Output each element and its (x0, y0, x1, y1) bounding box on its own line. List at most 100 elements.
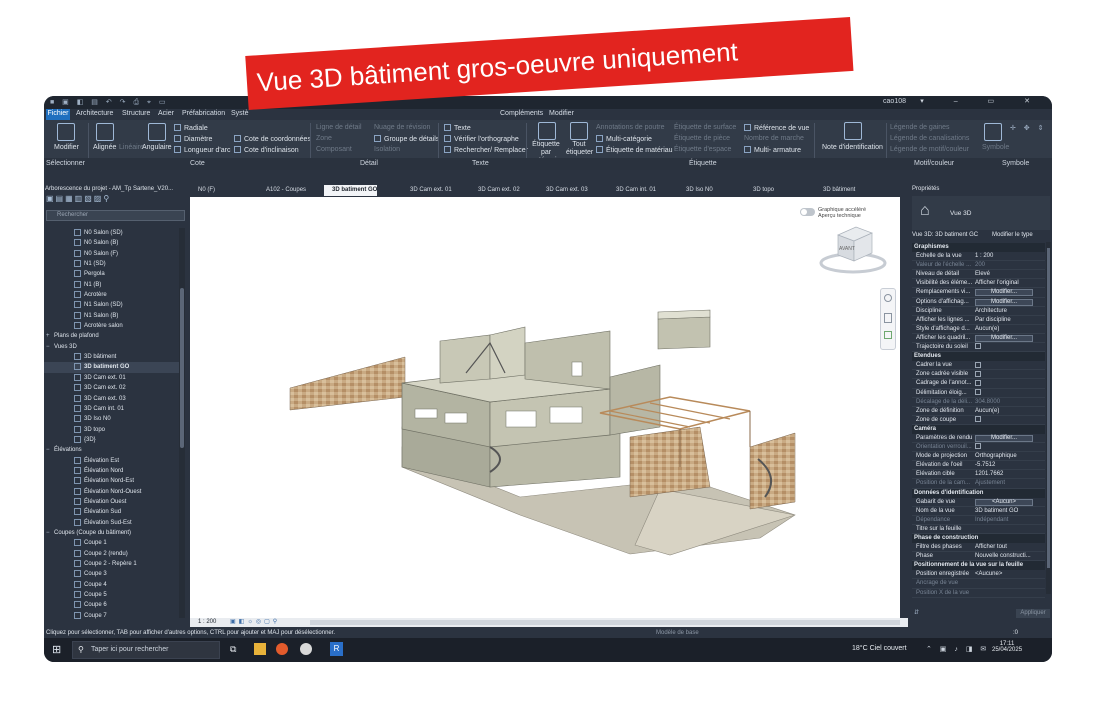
panel-text[interactable]: Texte (472, 160, 489, 167)
browser-item[interactable]: Coupe 4 (44, 580, 180, 590)
taskbar-search-input[interactable]: Taper ici pour rechercher (72, 641, 220, 659)
pipe-legend-button[interactable]: Légende de canalisations (890, 135, 969, 142)
browser-item[interactable]: {3D} (44, 435, 180, 445)
clock[interactable]: 17:11 25/04/2025 (992, 641, 1022, 653)
browser-item[interactable]: 3D Iso N0 (44, 414, 180, 424)
area-tag-button[interactable]: Étiquette de surface (674, 124, 736, 131)
multi-rebar-button[interactable]: Multi- armature (744, 146, 801, 154)
component-button[interactable]: Composant (316, 146, 352, 153)
multi-category-button[interactable]: Multi-catégorie (596, 135, 652, 143)
property-edit-button[interactable]: Modifier... (975, 289, 1033, 297)
browser-item[interactable]: Élévation Nord (44, 466, 180, 476)
browser-item[interactable]: Coupe 1 (44, 538, 180, 548)
panel-symbol[interactable]: Symbole (1002, 160, 1029, 167)
browser-item[interactable]: Élévation Sud (44, 507, 180, 517)
user-name[interactable]: cao108 (883, 98, 906, 105)
view-tab[interactable]: 3D Cam int. 01 (608, 185, 656, 196)
browser-scrollbar[interactable] (179, 228, 185, 618)
view-tab[interactable]: 3D Cam ext. 02 (470, 185, 520, 196)
property-edit-button[interactable]: Modifier... (975, 434, 1033, 442)
view-control-icons[interactable]: ▣◧☼◎▢⚲ (230, 618, 280, 625)
tab-complements[interactable]: Compléments (500, 110, 543, 117)
expand-toggle-icon[interactable]: − (46, 528, 50, 538)
diameter-button[interactable]: Diamètre (174, 135, 212, 143)
property-value[interactable]: Aucun(e) (975, 407, 1045, 416)
panel-tag[interactable]: Étiquette (689, 160, 717, 167)
viewport-horizontal-scrollbar[interactable] (310, 620, 900, 625)
tab-modifier[interactable]: Modifier (549, 110, 574, 117)
view-tab[interactable]: 3D Cam ext. 01 (402, 185, 452, 196)
color-fill-legend-button[interactable]: Légende de motif/couleur (890, 146, 969, 153)
property-checkbox[interactable] (975, 343, 981, 350)
slope-dimension-button[interactable]: Cote d'inclinaison (234, 146, 299, 154)
property-checkbox[interactable] (975, 443, 981, 450)
insulation-button[interactable]: Isolation (374, 146, 400, 153)
property-category[interactable]: Graphismes (912, 243, 1045, 253)
property-checkbox[interactable] (975, 370, 981, 377)
property-checkbox[interactable] (975, 361, 981, 368)
browser-item[interactable]: − Élévations (44, 445, 180, 455)
apply-button[interactable]: Appliquer (1016, 609, 1050, 618)
browser-item[interactable]: Élévation Nord-Ouest (44, 487, 180, 497)
find-replace-button[interactable]: Rechercher/ Remplacer (444, 146, 528, 154)
browser-item[interactable]: N1 (B) (44, 280, 180, 290)
property-value[interactable]: Par discipline (975, 316, 1045, 325)
browser-item[interactable]: Coupe 5 (44, 590, 180, 600)
view-tab[interactable]: 3D batiment GO (324, 185, 378, 196)
browser-item[interactable]: 3D Cam ext. 02 (44, 383, 180, 393)
properties-scroll-thumb[interactable] (1047, 248, 1050, 568)
property-value[interactable]: Nouvelle constructi... (975, 552, 1045, 561)
keynote-button[interactable]: Note d'identification (822, 144, 883, 151)
tab-structure[interactable]: Structure (122, 110, 150, 117)
aligned-dimension-button[interactable]: Alignée (93, 144, 116, 151)
tag-all-button[interactable]: Tout étiqueter (566, 141, 593, 157)
material-tag-button[interactable]: Étiquette de matériau (596, 146, 673, 154)
browser-item[interactable]: N0 Salon (B) (44, 238, 180, 248)
property-value[interactable]: -5.7512 (975, 461, 1045, 470)
browser-item[interactable]: 3D Cam ext. 03 (44, 394, 180, 404)
arc-length-button[interactable]: Longueur d'arc (174, 146, 230, 154)
browser-item[interactable]: 3D Cam ext. 01 (44, 373, 180, 383)
firefox-icon[interactable] (276, 643, 288, 655)
property-checkbox[interactable] (975, 416, 981, 423)
quick-access-icons[interactable]: ■ ▣ ◧ ▤ ↶ ↷ ⎙ ⌖ ▭ (50, 98, 169, 107)
property-checkbox[interactable] (975, 388, 981, 395)
expand-toggle-icon[interactable]: − (46, 342, 50, 352)
view-tab[interactable]: A102 - Coupes (258, 185, 306, 196)
window-controls[interactable]: ▾ – ▭ ✕ (920, 97, 1044, 105)
browser-item[interactable]: N1 Salon (B) (44, 311, 180, 321)
property-edit-button[interactable]: Modifier... (975, 298, 1033, 306)
coordinate-dimension-button[interactable]: Cote de coordonnées (234, 135, 311, 143)
browser-item[interactable]: 3D topo (44, 425, 180, 435)
type-selector[interactable]: ⌂ Vue 3D (912, 196, 1050, 230)
browser-item[interactable]: N0 Salon (F) (44, 249, 180, 259)
property-edit-button[interactable]: <Aucun> (975, 498, 1033, 506)
property-value[interactable]: 3D batiment GO (975, 507, 1045, 516)
browser-item[interactable]: 3D batiment GO (44, 362, 180, 373)
browser-item[interactable]: Élévation Ouest (44, 497, 180, 507)
browser-item[interactable]: − Vues 3D (44, 342, 180, 352)
symbol-tools-icon[interactable]: ✛ ✥ ⇕ (1010, 124, 1047, 132)
property-value[interactable]: 304.8000 (975, 398, 1045, 407)
task-view-icon[interactable]: ⧉ (230, 644, 236, 655)
radial-button[interactable]: Radiale (174, 124, 208, 132)
properties-scrollbar[interactable] (1046, 242, 1051, 594)
revit-icon[interactable]: R (330, 642, 343, 656)
tab-architecture[interactable]: Architecture (76, 110, 113, 117)
property-category[interactable]: Caméra (912, 424, 1045, 434)
edit-type-button[interactable]: Modifier le type (992, 232, 1033, 238)
help-link-icon[interactable]: ⇵ (914, 609, 919, 616)
room-tag-button[interactable]: Étiquette de pièce (674, 135, 730, 142)
chrome-icon[interactable] (300, 643, 312, 655)
property-value[interactable]: Architecture (975, 307, 1045, 316)
property-value[interactable]: 200 (975, 261, 1045, 270)
file-explorer-icon[interactable] (254, 643, 266, 655)
property-value[interactable]: Elevé (975, 270, 1045, 279)
browser-scroll-thumb[interactable] (180, 288, 184, 448)
property-value[interactable]: 1201.7662 (975, 470, 1045, 479)
view-instance-dropdown[interactable]: Vue 3D: 3D batiment GC (912, 232, 978, 238)
text-button[interactable]: Texte (444, 124, 471, 132)
browser-item[interactable]: Élévation Est (44, 456, 180, 466)
view-reference-button[interactable]: Référence de vue (744, 124, 809, 132)
view-tab[interactable]: 3D Cam ext. 03 (538, 185, 588, 196)
